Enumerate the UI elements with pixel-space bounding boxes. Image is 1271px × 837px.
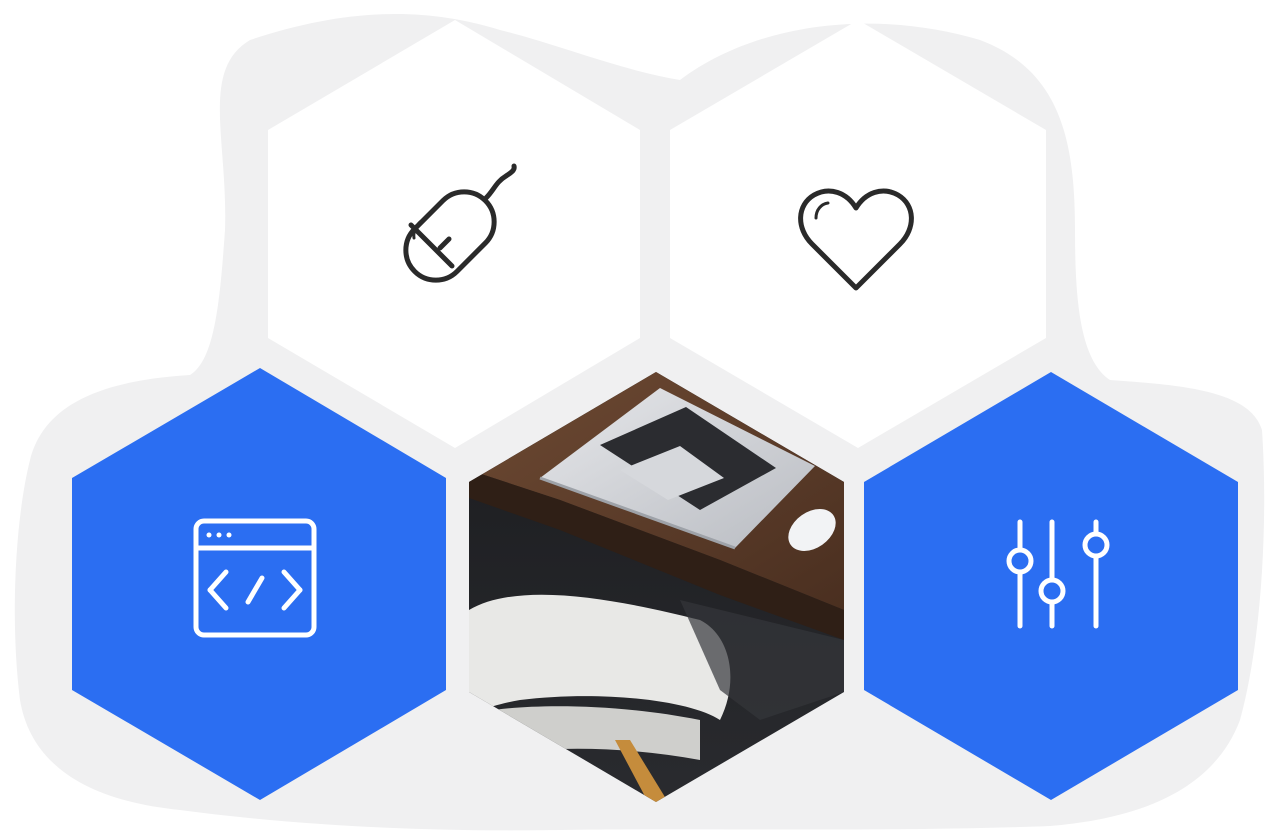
window-dots xyxy=(206,532,232,538)
hexagon-cluster-graphic xyxy=(14,13,1265,831)
hexagon-icon-cluster xyxy=(0,0,1271,837)
